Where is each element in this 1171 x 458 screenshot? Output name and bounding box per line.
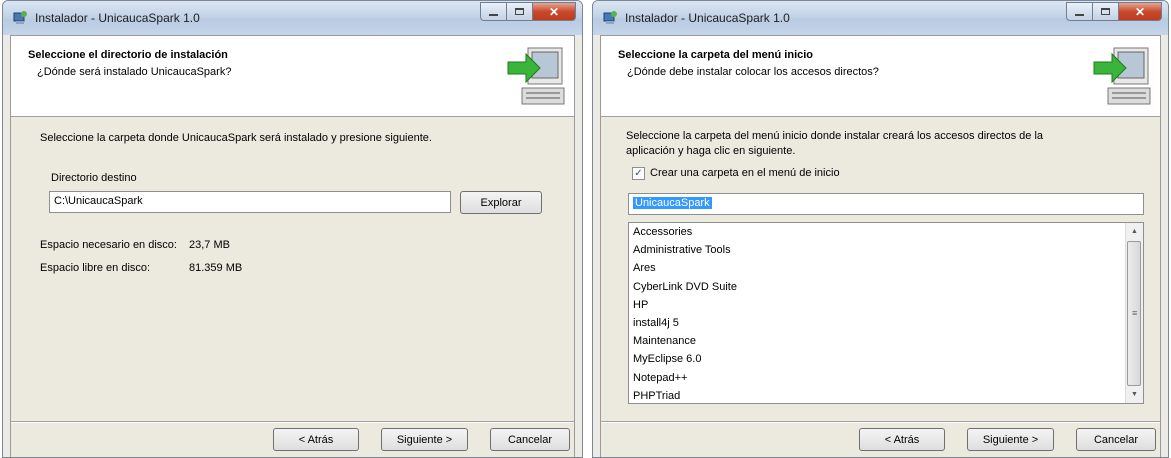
create-folder-label: Crear una carpeta en el menú de inicio <box>650 167 840 179</box>
list-items-container: Accessories Administrative Tools Ares Cyber… <box>629 223 1143 403</box>
browse-button[interactable]: Explorar <box>460 191 542 214</box>
list-item[interactable]: CyberLink DVD Suite <box>629 278 1143 296</box>
cancel-button[interactable]: Cancelar <box>1076 428 1156 451</box>
installer-icon <box>13 11 27 24</box>
computer-install-icon <box>1093 47 1151 105</box>
maximize-button[interactable] <box>1092 2 1118 21</box>
scroll-thumb[interactable]: ≡ <box>1127 241 1141 386</box>
minimize-button[interactable] <box>1066 2 1092 21</box>
list-item[interactable]: Notepad++ <box>629 369 1143 387</box>
back-button[interactable]: < Atrás <box>273 428 359 451</box>
scroll-down-arrow-icon[interactable]: ▼ <box>1126 386 1143 403</box>
maximize-button[interactable] <box>506 2 532 21</box>
computer-install-icon <box>507 47 565 105</box>
list-item[interactable]: Accessories <box>629 223 1143 241</box>
space-free-value: 81.359 MB <box>189 262 243 274</box>
caption-buttons: ✕ <box>1066 2 1162 21</box>
installer-window-start-menu: Instalador - UnicaucaSpark 1.0 ✕ Selecci… <box>592 0 1169 458</box>
header-title: Seleccione el directorio de instalación <box>28 49 228 61</box>
footer-separator <box>601 421 1160 423</box>
instruction-text: Seleccione la carpeta donde UnicaucaSpar… <box>40 132 432 144</box>
list-item[interactable]: MyEclipse 6.0 <box>629 350 1143 368</box>
checkmark-icon: ✓ <box>634 168 643 179</box>
dest-label: Directorio destino <box>51 172 137 184</box>
close-button[interactable]: ✕ <box>1118 2 1162 21</box>
close-icon: ✕ <box>1134 4 1146 19</box>
instruction-text-line2: aplicación y haga clic en siguiente. <box>626 145 796 157</box>
minimize-icon <box>1075 13 1084 16</box>
maximize-icon <box>1101 8 1110 15</box>
installer-window-directory: Instalador - UnicaucaSpark 1.0 ✕ Selecci… <box>2 0 583 458</box>
cancel-button[interactable]: Cancelar <box>490 428 570 451</box>
wizard-header: Seleccione la carpeta del menú inicio ¿D… <box>601 36 1160 117</box>
list-item[interactable]: Ares <box>629 259 1143 277</box>
minimize-icon <box>489 13 498 16</box>
window-title: Instalador - UnicaucaSpark 1.0 <box>35 11 200 25</box>
close-button[interactable]: ✕ <box>532 2 576 21</box>
space-free-label: Espacio libre en disco: <box>40 262 151 274</box>
scroll-up-arrow-icon[interactable]: ▲ <box>1126 223 1143 240</box>
title-bar[interactable]: Instalador - UnicaucaSpark 1.0 ✕ <box>3 1 582 35</box>
installer-icon <box>603 11 617 24</box>
grip-icon: ≡ <box>1132 308 1138 318</box>
folder-name-selected: UnicaucaSpark <box>633 197 712 209</box>
list-scrollbar[interactable]: ▲ ≡ ▼ <box>1125 223 1143 403</box>
list-item[interactable]: install4j 5 <box>629 314 1143 332</box>
space-required-label: Espacio necesario en disco: <box>40 239 177 251</box>
list-item[interactable]: Maintenance <box>629 332 1143 350</box>
start-menu-folder-list[interactable]: Accessories Administrative Tools Ares Cyber… <box>628 222 1144 404</box>
client-area: Seleccione la carpeta del menú inicio ¿D… <box>600 35 1161 457</box>
instruction-text-line1: Seleccione la carpeta del menú inicio do… <box>626 130 1044 142</box>
list-item[interactable]: HP <box>629 296 1143 314</box>
next-button[interactable]: Siguiente > <box>381 428 468 451</box>
back-button[interactable]: < Atrás <box>859 428 945 451</box>
maximize-icon <box>515 8 524 15</box>
title-bar[interactable]: Instalador - UnicaucaSpark 1.0 ✕ <box>593 1 1168 35</box>
footer-separator <box>11 421 574 423</box>
next-button[interactable]: Siguiente > <box>967 428 1054 451</box>
create-folder-checkbox[interactable]: ✓ <box>632 167 645 180</box>
header-subtitle: ¿Dónde debe instalar colocar los accesos… <box>627 66 879 78</box>
caption-buttons: ✕ <box>480 2 576 21</box>
list-item[interactable]: PHPTriad <box>629 387 1143 403</box>
close-icon: ✕ <box>548 4 560 19</box>
space-required-value: 23,7 MB <box>189 239 230 251</box>
start-menu-folder-input[interactable]: UnicaucaSpark <box>628 193 1144 215</box>
header-subtitle: ¿Dónde será instalado UnicaucaSpark? <box>37 66 232 78</box>
minimize-button[interactable] <box>480 2 506 21</box>
list-item[interactable]: Administrative Tools <box>629 241 1143 259</box>
header-title: Seleccione la carpeta del menú inicio <box>618 49 814 61</box>
window-title: Instalador - UnicaucaSpark 1.0 <box>625 11 790 25</box>
client-area: Seleccione el directorio de instalación … <box>10 35 575 457</box>
dest-path-input[interactable]: C:\UnicaucaSpark <box>49 191 451 213</box>
wizard-header: Seleccione el directorio de instalación … <box>11 36 574 117</box>
